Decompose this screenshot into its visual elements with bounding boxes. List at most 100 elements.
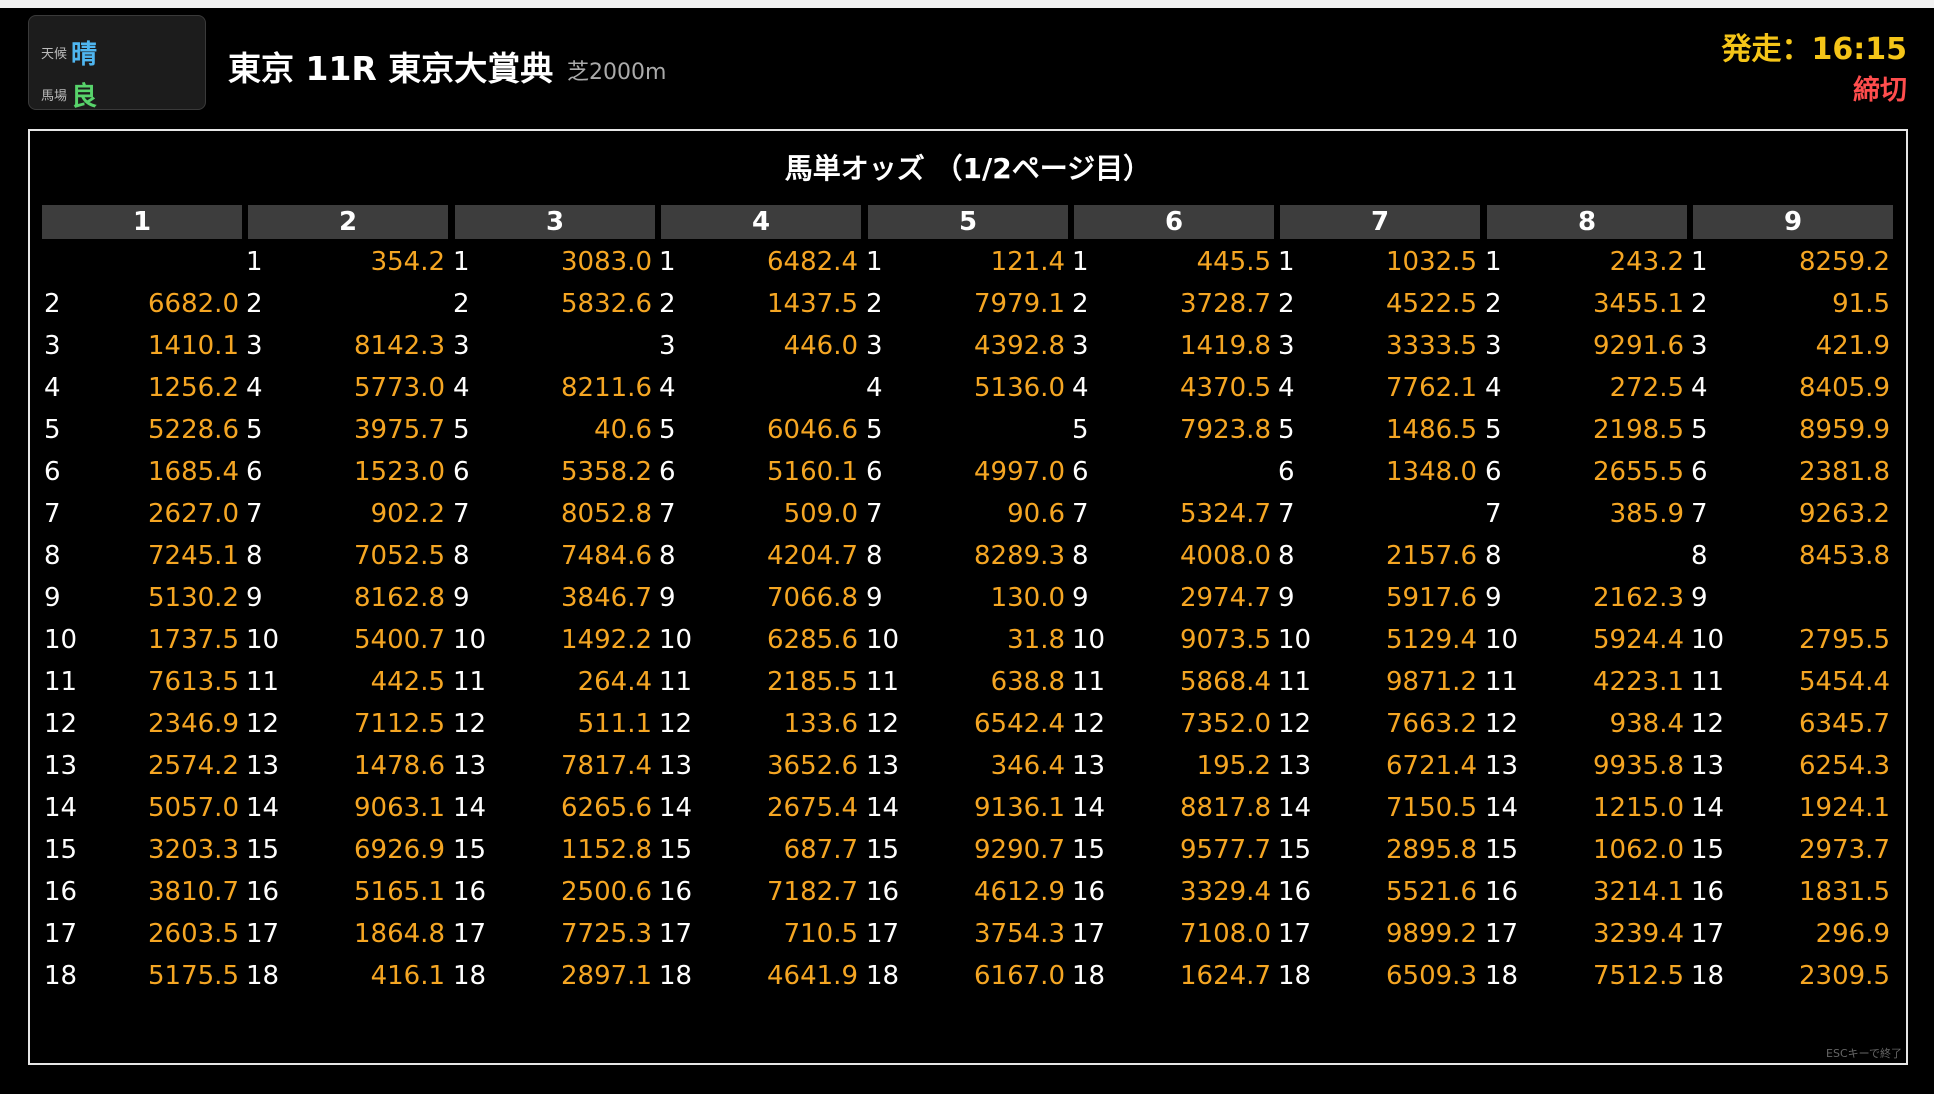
odds-cell-horse: 6 — [659, 457, 676, 487]
odds-cell-horse: 4 — [1691, 373, 1708, 403]
odds-cell-value: 3846.7 — [561, 583, 652, 613]
odds-cell-horse: 5 — [866, 415, 883, 445]
odds-cell-horse: 11 — [453, 667, 487, 697]
odds-cell-value: 2346.9 — [148, 709, 239, 739]
odds-cell-horse: 18 — [1278, 961, 1312, 991]
odds-cell-value: 40.6 — [594, 415, 652, 445]
odds-cell-horse: 18 — [1072, 961, 1106, 991]
odds-cell-horse: 8 — [246, 541, 263, 571]
odds-cell-horse: 15 — [1691, 835, 1725, 865]
odds-cell-horse: 5 — [453, 415, 470, 445]
odds-cell-value: 2897.1 — [561, 961, 652, 991]
odds-cell-value: 1864.8 — [354, 919, 445, 949]
odds-cell-value: 243.2 — [1609, 247, 1684, 277]
odds-cell-value: 3652.6 — [767, 751, 858, 781]
weather-value: 晴 — [71, 40, 98, 70]
odds-cell-value: 1831.5 — [1799, 877, 1890, 907]
odds-column-header: 1 — [42, 205, 242, 239]
odds-cell-horse: 4 — [44, 373, 61, 403]
odds-cell-value: 8052.8 — [561, 499, 652, 529]
odds-cell-value: 5521.6 — [1386, 877, 1477, 907]
odds-cell-horse: 4 — [866, 373, 883, 403]
odds-cell-value: 2500.6 — [561, 877, 652, 907]
odds-cell-value: 5454.4 — [1799, 667, 1890, 697]
odds-cell-value: 9263.2 — [1799, 499, 1890, 529]
odds-cell-horse: 4 — [453, 373, 470, 403]
odds-cell-value: 3810.7 — [148, 877, 239, 907]
odds-cell-value: 6482.4 — [767, 247, 858, 277]
odds-cell-value: 4204.7 — [767, 541, 858, 571]
odds-cell-value: 421.9 — [1815, 331, 1890, 361]
odds-cell-value: 133.6 — [783, 709, 858, 739]
odds-cell-value: 902.2 — [370, 499, 445, 529]
odds-cell-value: 130.0 — [990, 583, 1065, 613]
odds-cell-horse: 7 — [866, 499, 883, 529]
odds-cell-value: 5868.4 — [1180, 667, 1271, 697]
odds-cell-value: 5832.6 — [561, 289, 652, 319]
odds-cell-value: 4997.0 — [974, 457, 1065, 487]
odds-cell-value: 7762.1 — [1386, 373, 1477, 403]
odds-cell-horse: 10 — [866, 625, 900, 655]
odds-cell-horse: 4 — [1278, 373, 1295, 403]
odds-cell-horse: 1 — [1691, 247, 1708, 277]
odds-cell-value: 4223.1 — [1593, 667, 1684, 697]
odds-cell-value: 2973.7 — [1799, 835, 1890, 865]
odds-cell-horse: 15 — [866, 835, 900, 865]
odds-cell-value: 5400.7 — [354, 625, 445, 655]
odds-cell-value: 3239.4 — [1593, 919, 1684, 949]
odds-cell-horse: 12 — [44, 709, 78, 739]
odds-cell-horse: 8 — [866, 541, 883, 571]
odds-cell-value: 2795.5 — [1799, 625, 1890, 655]
odds-cell-value: 8289.3 — [974, 541, 1065, 571]
odds-cell-horse: 8 — [1691, 541, 1708, 571]
odds-cell-horse: 17 — [866, 919, 900, 949]
odds-cell-value: 272.5 — [1609, 373, 1684, 403]
odds-row: 18 5175.5 18 416.1 18 2897.1 18 4641.9 18 6167.0 1… — [42, 955, 1896, 997]
weather-label: 天候 — [41, 47, 68, 62]
odds-cell-horse: 14 — [866, 793, 900, 823]
odds-cell-horse: 14 — [1485, 793, 1519, 823]
odds-cell-value: 710.5 — [783, 919, 858, 949]
odds-cell-value: 8162.8 — [354, 583, 445, 613]
odds-cell-value: 91.5 — [1832, 289, 1890, 319]
odds-cell-horse: 1 — [866, 247, 883, 277]
odds-cell-horse: 13 — [453, 751, 487, 781]
odds-cell-value: 5136.0 — [974, 373, 1065, 403]
odds-cell-horse: 10 — [1485, 625, 1519, 655]
odds-cell-value: 4392.8 — [974, 331, 1065, 361]
odds-cell-value: 1032.5 — [1386, 247, 1477, 277]
odds-row: 13 2574.2 13 1478.6 13 7817.4 13 3652.6 13 346.4 1… — [42, 745, 1896, 787]
odds-cell-value: 7979.1 — [974, 289, 1065, 319]
odds-cell-horse: 7 — [246, 499, 263, 529]
odds-row: 4 1256.2 4 5773.0 4 8211.6 4 4 5136.0 4 4370.5 4 776… — [42, 367, 1896, 409]
odds-cell-horse: 17 — [1485, 919, 1519, 949]
odds-row: 6 1685.4 6 1523.0 6 5358.2 6 5160.1 6 4997.0 6 6 134… — [42, 451, 1896, 493]
odds-row: 3 1410.1 3 8142.3 3 3 446.0 3 4392.8 3 1419.8 3 3333… — [42, 325, 1896, 367]
odds-cell-horse: 5 — [1485, 415, 1502, 445]
odds-cell-horse: 8 — [1072, 541, 1089, 571]
odds-cell-horse: 9 — [866, 583, 883, 613]
odds-cell-value: 3455.1 — [1593, 289, 1684, 319]
odds-cell-value: 3083.0 — [561, 247, 652, 277]
odds-cell-value: 3329.4 — [1180, 877, 1271, 907]
odds-cell-horse: 1 — [246, 247, 263, 277]
odds-cell-horse: 13 — [1072, 751, 1106, 781]
status-closed: 締切 — [1853, 75, 1907, 106]
odds-cell-horse: 18 — [1691, 961, 1725, 991]
odds-cell-value: 7484.6 — [561, 541, 652, 571]
odds-cell-value: 6509.3 — [1386, 961, 1477, 991]
odds-cell-horse: 5 — [1278, 415, 1295, 445]
odds-cell-horse: 12 — [1485, 709, 1519, 739]
odds-cell-horse: 4 — [246, 373, 263, 403]
odds-cell-horse: 14 — [1691, 793, 1725, 823]
odds-cell-value: 442.5 — [370, 667, 445, 697]
odds-cell-horse: 8 — [659, 541, 676, 571]
odds-cell-value: 9935.8 — [1593, 751, 1684, 781]
odds-cell-horse: 16 — [44, 877, 78, 907]
odds-cell-value: 1492.2 — [561, 625, 652, 655]
odds-cell-horse: 11 — [246, 667, 280, 697]
odds-cell-value: 5324.7 — [1180, 499, 1271, 529]
odds-cell-horse: 10 — [1072, 625, 1106, 655]
odds-cell-horse: 7 — [1485, 499, 1502, 529]
odds-cell-value: 1737.5 — [148, 625, 239, 655]
